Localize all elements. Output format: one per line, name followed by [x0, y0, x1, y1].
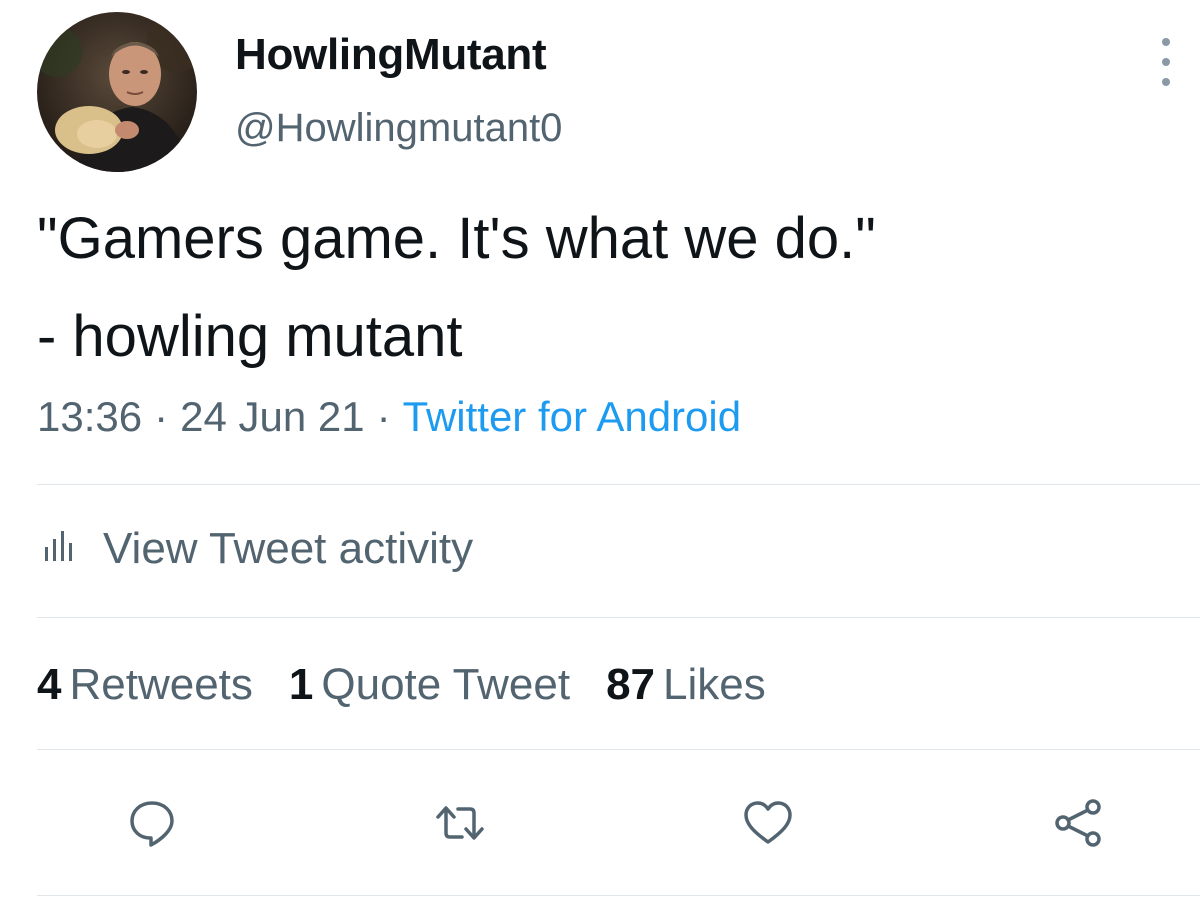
quote-tweets-stat[interactable]: 1 Quote Tweet: [289, 660, 570, 710]
divider: [37, 484, 1200, 485]
avatar[interactable]: [37, 12, 197, 172]
share-button[interactable]: [1050, 795, 1106, 851]
view-tweet-activity-label: View Tweet activity: [103, 524, 474, 573]
like-button[interactable]: [740, 795, 796, 851]
tweet-source-link[interactable]: Twitter for Android: [403, 393, 741, 440]
tweet-stats: 4 Retweets 1 Quote Tweet 87 Likes: [37, 660, 802, 710]
handle[interactable]: @Howlingmutant0: [235, 106, 562, 151]
retweets-count: 4: [37, 660, 62, 709]
tweet-meta: 13:36 · 24 Jun 21 · Twitter for Android: [37, 393, 741, 441]
more-options-button[interactable]: [1151, 38, 1181, 86]
divider: [37, 617, 1200, 618]
more-dot: [1162, 58, 1170, 66]
view-tweet-activity-button[interactable]: View Tweet activity: [43, 524, 473, 574]
reply-icon: [130, 801, 174, 847]
divider: [37, 749, 1200, 750]
heart-icon: [744, 801, 792, 844]
quote-tweets-count: 1: [288, 660, 314, 709]
retweets-stat[interactable]: 4 Retweets: [37, 660, 253, 710]
more-dot: [1162, 78, 1170, 86]
retweets-label: Retweets: [69, 660, 253, 709]
tweet-date[interactable]: 24 Jun 21: [180, 393, 365, 440]
bar-chart-icon: [43, 524, 77, 574]
retweet-icon: [436, 806, 484, 840]
retweet-button[interactable]: [432, 795, 488, 851]
more-vertical-icon: [1162, 38, 1170, 46]
display-name[interactable]: HowlingMutant: [235, 30, 547, 80]
likes-label: Likes: [663, 660, 766, 709]
avatar-image: [37, 12, 197, 172]
divider: [37, 895, 1200, 896]
likes-count: 87: [606, 660, 656, 709]
meta-separator: ·: [376, 393, 391, 440]
quote-tweets-label: Quote Tweet: [321, 660, 571, 709]
tweet-text: "Gamers game. It's what we do." - howlin…: [37, 206, 876, 369]
likes-stat[interactable]: 87 Likes: [606, 660, 766, 710]
share-icon: [1055, 799, 1101, 847]
meta-separator: ·: [154, 393, 169, 440]
tweet-time[interactable]: 13:36: [37, 393, 142, 440]
reply-button[interactable]: [124, 795, 180, 851]
